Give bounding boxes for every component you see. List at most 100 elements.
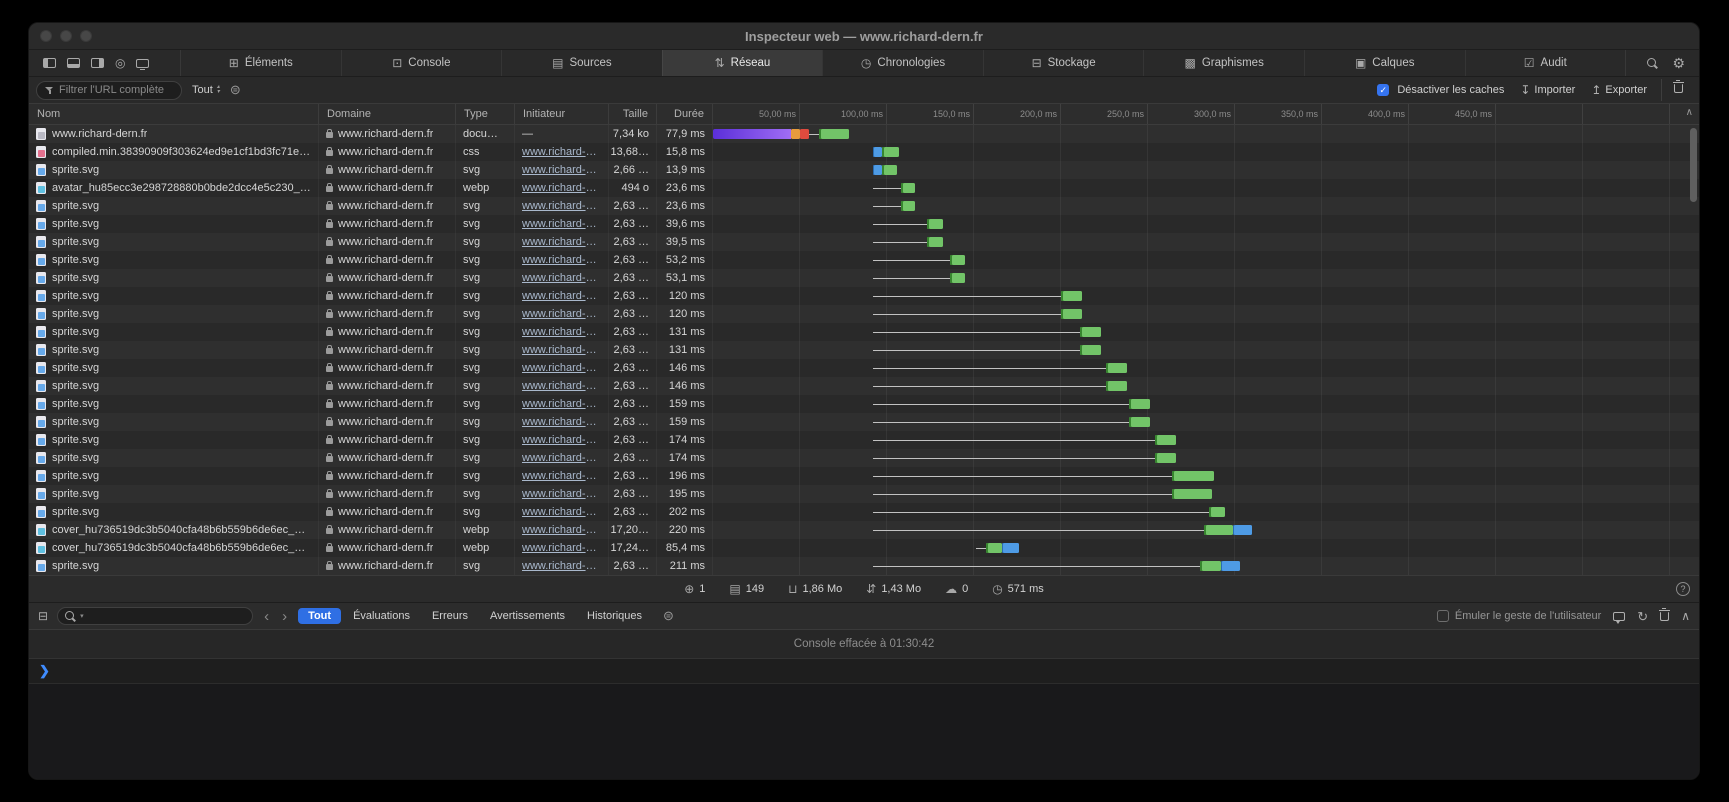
- table-row[interactable]: compiled.min.38390909f303624ed9e1cf1bd3f…: [29, 143, 1699, 161]
- type-scope-dropdown[interactable]: Tout ▴▾: [192, 84, 220, 96]
- device-display-icon[interactable]: [136, 59, 149, 68]
- table-row[interactable]: sprite.svgwww.richard-dern.frsvgwww.rich…: [29, 467, 1699, 485]
- initiator-link[interactable]: www.richard-d…: [522, 560, 601, 572]
- table-row[interactable]: www.richard-dern.frwww.richard-dern.frdo…: [29, 125, 1699, 143]
- previous-result-button[interactable]: ‹: [262, 609, 271, 624]
- table-row[interactable]: sprite.svgwww.richard-dern.frsvgwww.rich…: [29, 251, 1699, 269]
- table-row[interactable]: sprite.svgwww.richard-dern.frsvgwww.rich…: [29, 377, 1699, 395]
- tab-network[interactable]: ⇅Réseau: [662, 50, 823, 76]
- initiator-link[interactable]: www.richard-d…: [522, 236, 601, 248]
- table-row[interactable]: cover_hu736519dc3b5040cfa48b6b559b6de6ec…: [29, 521, 1699, 539]
- column-header-1[interactable]: Domaine: [319, 104, 456, 124]
- import-button[interactable]: ↧ Importer: [1520, 83, 1575, 97]
- initiator-link[interactable]: www.richard-d…: [522, 254, 601, 266]
- chevron-up-icon[interactable]: ∧: [1686, 107, 1693, 118]
- url-filter-input[interactable]: [59, 84, 173, 96]
- initiator-link[interactable]: www.richard-d…: [522, 488, 601, 500]
- table-row[interactable]: sprite.svgwww.richard-dern.frsvgwww.rich…: [29, 305, 1699, 323]
- initiator-link[interactable]: www.richard-d…: [522, 290, 601, 302]
- table-row[interactable]: sprite.svgwww.richard-dern.frsvgwww.rich…: [29, 287, 1699, 305]
- search-icon[interactable]: [1647, 58, 1658, 69]
- table-row[interactable]: sprite.svgwww.richard-dern.frsvgwww.rich…: [29, 503, 1699, 521]
- tab-elements[interactable]: ⊞Éléments: [181, 50, 341, 76]
- initiator-link[interactable]: www.richard-d…: [522, 218, 601, 230]
- initiator-link[interactable]: www.richard-d…: [522, 164, 601, 176]
- table-row[interactable]: cover_hu736519dc3b5040cfa48b6b559b6de6ec…: [29, 539, 1699, 557]
- initiator-link[interactable]: www.richard-d…: [522, 344, 601, 356]
- tab-timelines[interactable]: ◷Chronologies: [822, 50, 983, 76]
- initiator-link[interactable]: www.richard-d…: [522, 272, 601, 284]
- emulate-gesture-toggle[interactable]: Émuler le geste de l'utilisateur: [1437, 610, 1601, 622]
- gear-icon[interactable]: ⚙: [1672, 56, 1685, 70]
- initiator-link[interactable]: www.richard-d…: [522, 182, 601, 194]
- table-row[interactable]: sprite.svgwww.richard-dern.frsvgwww.rich…: [29, 485, 1699, 503]
- initiator-link[interactable]: www.richard-d…: [522, 524, 601, 536]
- console-options-icon[interactable]: ⊜: [663, 608, 674, 624]
- table-row[interactable]: sprite.svgwww.richard-dern.frsvgwww.rich…: [29, 197, 1699, 215]
- table-row[interactable]: avatar_hu85ecc3e298728880b0bde2dcc4e5c23…: [29, 179, 1699, 197]
- console-tab-tout[interactable]: Tout: [298, 608, 341, 624]
- column-header-4[interactable]: Taille: [609, 104, 657, 124]
- next-result-button[interactable]: ›: [280, 609, 289, 624]
- clear-console-icon[interactable]: [1660, 612, 1669, 621]
- console-tab-avertissements[interactable]: Avertissements: [480, 608, 575, 624]
- initiator-link[interactable]: www.richard-d…: [522, 506, 601, 518]
- tab-console[interactable]: ⊡Console: [341, 50, 502, 76]
- table-row[interactable]: sprite.svgwww.richard-dern.frsvgwww.rich…: [29, 449, 1699, 467]
- dock-bottom-icon[interactable]: [67, 58, 80, 68]
- console-tab-historiques[interactable]: Historiques: [577, 608, 652, 624]
- column-header-2[interactable]: Type: [456, 104, 515, 124]
- tab-audit[interactable]: ☑Audit: [1465, 50, 1626, 76]
- table-row[interactable]: sprite.svgwww.richard-dern.frsvgwww.rich…: [29, 233, 1699, 251]
- tab-storage[interactable]: ⊟Stockage: [983, 50, 1144, 76]
- tab-sources[interactable]: ▤Sources: [501, 50, 662, 76]
- filter-options-icon[interactable]: ⊜: [230, 82, 241, 98]
- scrollbar-thumb[interactable]: [1690, 128, 1697, 202]
- initiator-link[interactable]: www.richard-d…: [522, 200, 601, 212]
- table-row[interactable]: sprite.svgwww.richard-dern.frsvgwww.rich…: [29, 395, 1699, 413]
- initiator-link[interactable]: www.richard-d…: [522, 434, 601, 446]
- console-tab-erreurs[interactable]: Erreurs: [422, 608, 478, 624]
- tab-layers[interactable]: ▣Calques: [1304, 50, 1465, 76]
- zoom-button[interactable]: [80, 30, 92, 42]
- console-messages-icon[interactable]: [1613, 612, 1625, 621]
- minimize-button[interactable]: [60, 30, 72, 42]
- initiator-link[interactable]: www.richard-d…: [522, 362, 601, 374]
- console-prompt[interactable]: ❯: [29, 659, 1699, 684]
- column-header-3[interactable]: Initiateur: [515, 104, 609, 124]
- table-row[interactable]: sprite.svgwww.richard-dern.frsvgwww.rich…: [29, 269, 1699, 287]
- column-header-5[interactable]: Durée: [657, 104, 713, 124]
- table-row[interactable]: sprite.svgwww.richard-dern.frsvgwww.rich…: [29, 215, 1699, 233]
- initiator-link[interactable]: www.richard-d…: [522, 308, 601, 320]
- initiator-link[interactable]: www.richard-d…: [522, 398, 601, 410]
- dock-left-icon[interactable]: [43, 58, 56, 68]
- initiator-link[interactable]: www.richard-d…: [522, 146, 601, 158]
- reload-icon[interactable]: ↻: [1637, 610, 1648, 623]
- export-button[interactable]: ↥ Exporter: [1591, 83, 1647, 97]
- dock-right-icon[interactable]: [91, 58, 104, 68]
- initiator-link[interactable]: www.richard-d…: [522, 416, 601, 428]
- table-row[interactable]: sprite.svgwww.richard-dern.frsvgwww.rich…: [29, 323, 1699, 341]
- initiator-link[interactable]: www.richard-d…: [522, 470, 601, 482]
- help-button[interactable]: ?: [1676, 582, 1690, 596]
- disable-caches-checkbox[interactable]: ✓: [1377, 84, 1389, 96]
- clear-network-button[interactable]: [1661, 79, 1693, 101]
- table-row[interactable]: sprite.svgwww.richard-dern.frsvgwww.rich…: [29, 341, 1699, 359]
- initiator-link[interactable]: www.richard-d…: [522, 380, 601, 392]
- table-row[interactable]: sprite.svgwww.richard-dern.frsvgwww.rich…: [29, 161, 1699, 179]
- initiator-link[interactable]: www.richard-d…: [522, 542, 601, 554]
- console-search-field[interactable]: ▾: [57, 607, 253, 625]
- table-row[interactable]: sprite.svgwww.richard-dern.frsvgwww.rich…: [29, 557, 1699, 575]
- close-button[interactable]: [40, 30, 52, 42]
- table-row[interactable]: sprite.svgwww.richard-dern.frsvgwww.rich…: [29, 359, 1699, 377]
- initiator-link[interactable]: www.richard-d…: [522, 452, 601, 464]
- column-header-0[interactable]: Nom: [29, 104, 319, 124]
- element-picker-icon[interactable]: ◎: [115, 57, 125, 69]
- table-row[interactable]: sprite.svgwww.richard-dern.frsvgwww.rich…: [29, 431, 1699, 449]
- emulate-gesture-checkbox[interactable]: [1437, 610, 1449, 622]
- console-tab-évaluations[interactable]: Évaluations: [343, 608, 420, 624]
- tab-graphics[interactable]: ▩Graphismes: [1143, 50, 1304, 76]
- initiator-link[interactable]: www.richard-d…: [522, 326, 601, 338]
- console-drawer-icon[interactable]: ⊟: [38, 610, 48, 622]
- table-row[interactable]: sprite.svgwww.richard-dern.frsvgwww.rich…: [29, 413, 1699, 431]
